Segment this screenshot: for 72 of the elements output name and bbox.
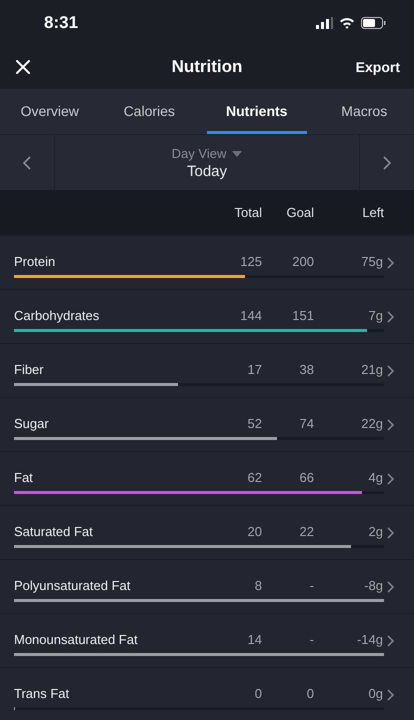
- goal-value: 151: [291, 308, 314, 322]
- status-time: 8:31: [44, 12, 78, 32]
- export-button[interactable]: Export: [340, 55, 402, 79]
- chevron-right-icon: [387, 473, 394, 485]
- left-value: -8g: [363, 578, 383, 592]
- chevron-right-icon: [387, 527, 394, 539]
- chevron-right-icon: [387, 311, 394, 323]
- total-value: 144: [239, 308, 262, 322]
- column-header: Left: [361, 205, 384, 220]
- goal-value: -: [308, 578, 314, 592]
- nutrient-row[interactable]: Monounsaturated Fat 14 - -14g: [0, 613, 414, 667]
- goal-value: 66: [298, 470, 314, 484]
- caret-icon: [232, 150, 242, 156]
- chevron-right-icon: [387, 689, 394, 701]
- goal-value: 200: [291, 254, 314, 268]
- goal-value: 38: [298, 362, 314, 376]
- total-value: 0: [254, 686, 262, 700]
- nutrient-name: Trans Fat: [14, 686, 70, 700]
- wifi-icon: [339, 16, 355, 28]
- column-header: Total: [234, 205, 262, 220]
- battery-icon: [361, 16, 386, 28]
- tab[interactable]: Calories: [100, 89, 199, 134]
- nutrient-row[interactable]: Saturated Fat 20 22 2g: [0, 505, 414, 559]
- left-value: 22g: [360, 416, 383, 430]
- date-label: Today: [186, 162, 228, 180]
- total-value: 14: [246, 632, 262, 646]
- chevron-right-icon: [387, 257, 394, 269]
- nutrient-row[interactable]: Sugar 52 74 22g: [0, 397, 414, 451]
- nutrient-row[interactable]: Fiber 17 38 21g: [0, 343, 414, 397]
- signal-icon: [316, 16, 333, 28]
- tab[interactable]: Macros: [314, 89, 414, 134]
- goal-value: -: [308, 632, 314, 646]
- nutrient-name: Polyunsaturated Fat: [14, 578, 132, 592]
- chevron-right-icon: [387, 365, 394, 377]
- close-icon: [16, 60, 30, 74]
- nutrient-name: Carbohydrates: [14, 308, 100, 322]
- left-value: 4g: [368, 470, 383, 484]
- chevron-left-icon: [23, 156, 31, 170]
- total-value: 52: [246, 416, 262, 430]
- left-value: 0g: [368, 686, 383, 700]
- nutrient-name: Fat: [14, 470, 34, 484]
- tab[interactable]: Overview: [0, 89, 100, 134]
- nutrient-name: Fiber: [14, 362, 45, 376]
- left-value: -14g: [356, 632, 383, 646]
- chevron-right-icon: [383, 156, 391, 170]
- nutrient-name: Monounsaturated Fat: [14, 632, 139, 646]
- total-value: 62: [246, 470, 262, 484]
- nutrient-name: Saturated Fat: [14, 524, 94, 538]
- nutrient-row[interactable]: Protein 125 200 75g: [0, 235, 414, 289]
- column-header: Goal: [286, 205, 314, 220]
- nutrient-row[interactable]: Trans Fat 0 0 0g: [0, 667, 414, 720]
- nutrient-row[interactable]: Carbohydrates 144 151 7g: [0, 289, 414, 343]
- total-value: 125: [239, 254, 262, 268]
- total-value: 8: [254, 578, 262, 592]
- chevron-right-icon: [387, 635, 394, 647]
- left-value: 2g: [368, 524, 383, 538]
- chevron-right-icon: [387, 419, 394, 431]
- total-value: 17: [246, 362, 262, 376]
- nutrient-name: Sugar: [14, 416, 50, 430]
- total-value: 20: [246, 524, 262, 538]
- left-value: 75g: [360, 254, 383, 268]
- goal-value: 0: [306, 686, 314, 700]
- screen-title: Nutrition: [170, 57, 244, 77]
- nutrient-name: Protein: [14, 254, 56, 268]
- goal-value: 74: [298, 416, 314, 430]
- chevron-right-icon: [387, 581, 394, 593]
- nutrient-row[interactable]: Fat 62 66 4g: [0, 451, 414, 505]
- left-value: 7g: [368, 308, 383, 322]
- left-value: 21g: [360, 362, 383, 376]
- goal-value: 22: [298, 524, 314, 538]
- nutrient-row[interactable]: Polyunsaturated Fat 8 - -8g: [0, 559, 414, 613]
- view-dropdown[interactable]: Day View: [172, 146, 242, 160]
